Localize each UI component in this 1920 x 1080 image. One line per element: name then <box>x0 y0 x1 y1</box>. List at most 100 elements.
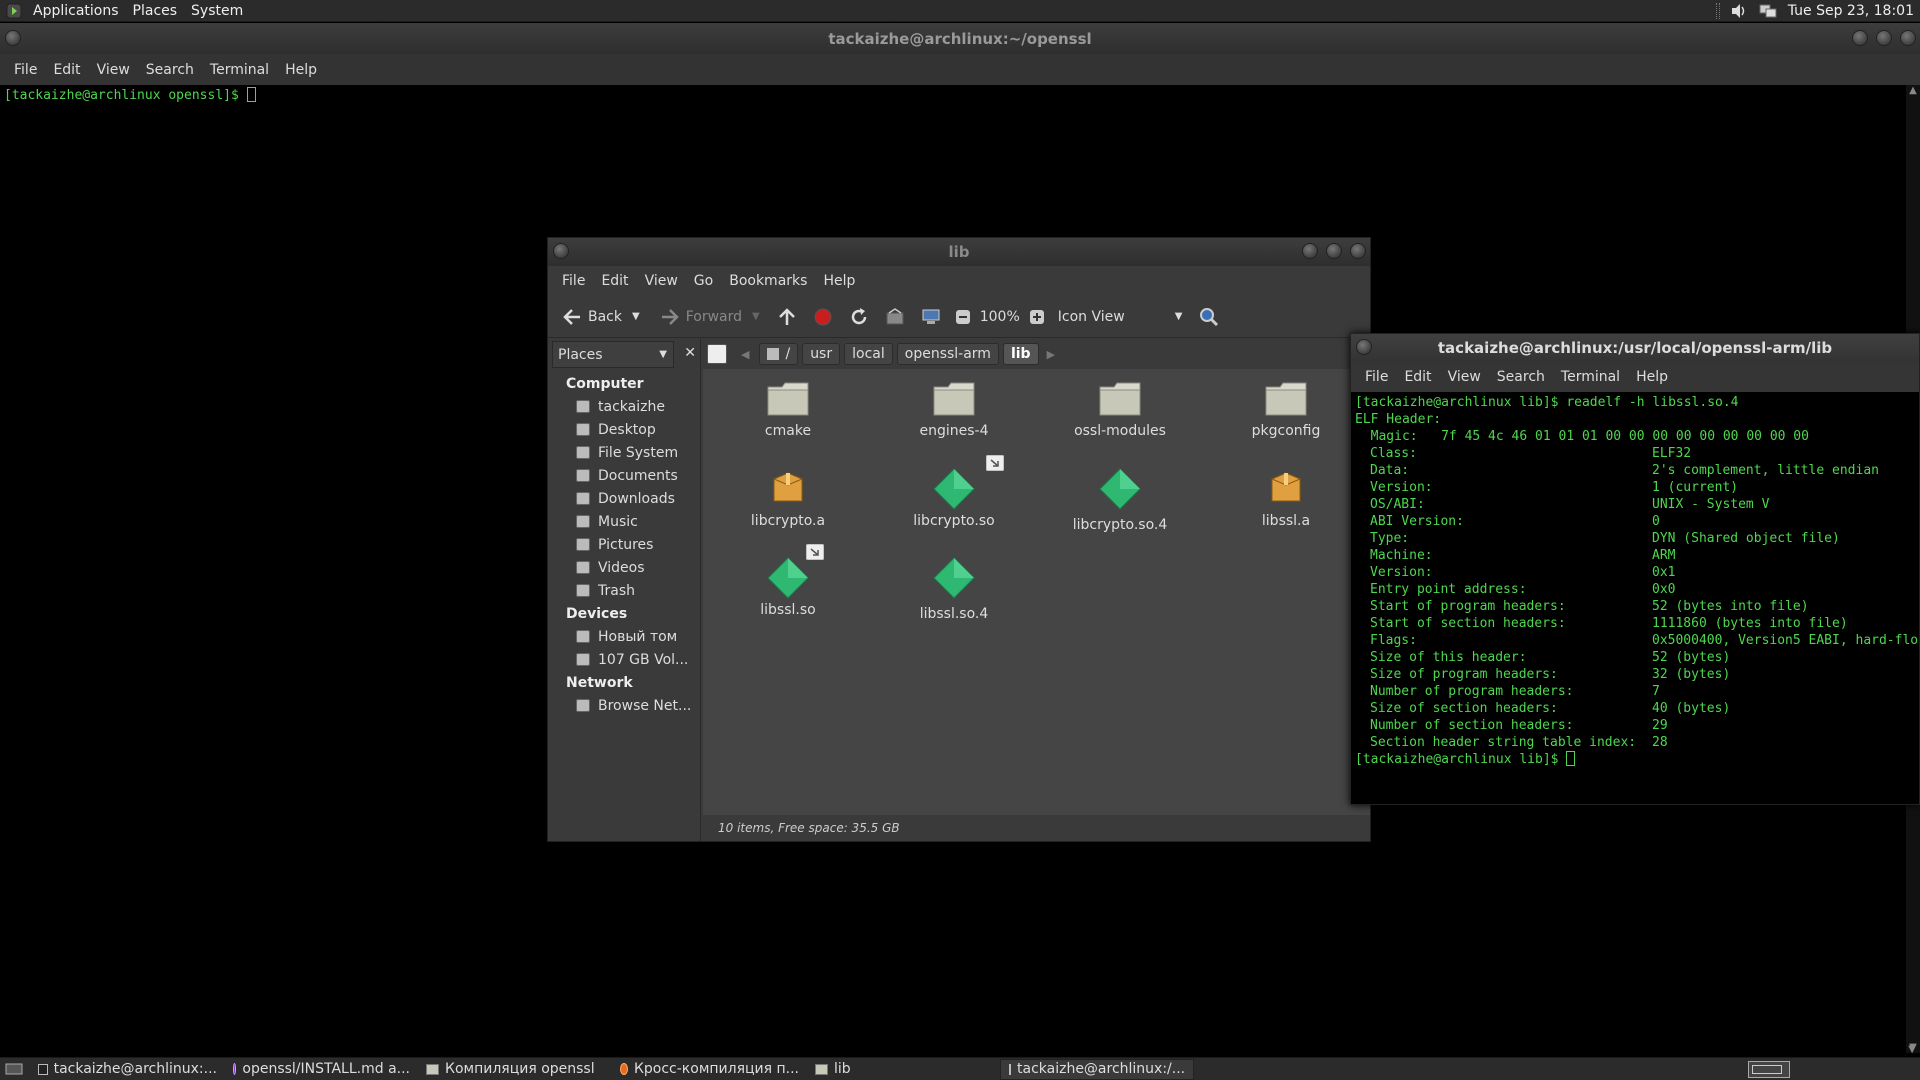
menu-file[interactable]: File <box>1357 369 1396 385</box>
taskbar-item[interactable]: tackaizhe@archlinux:/... <box>1000 1058 1194 1080</box>
workspace-1[interactable] <box>1748 1060 1790 1078</box>
crumb-local[interactable]: local <box>844 343 893 365</box>
reload-icon <box>851 307 866 324</box>
file-item-libcrypto-a[interactable]: libcrypto.a <box>718 467 858 529</box>
taskbar-item-label: lib <box>834 1061 851 1077</box>
menu-edit[interactable]: Edit <box>1396 369 1439 385</box>
volume-icon[interactable] <box>1730 3 1748 19</box>
maximize-button[interactable] <box>1326 243 1342 259</box>
sidebar-item-documents[interactable]: Documents <box>548 464 700 487</box>
menu-terminal[interactable]: Terminal <box>1553 369 1628 385</box>
search-button[interactable] <box>1198 306 1220 328</box>
crumb-root[interactable]: / <box>759 343 799 365</box>
zoom-level[interactable]: 100% <box>980 309 1020 325</box>
taskbar-item[interactable]: Компиляция openssl <box>418 1059 612 1080</box>
edit-location-button[interactable] <box>707 344 727 364</box>
menu-file[interactable]: File <box>554 273 593 289</box>
clock[interactable]: Tue Sep 23, 18:01 <box>1788 3 1914 19</box>
minimize-button[interactable] <box>1852 30 1868 46</box>
menu-edit[interactable]: Edit <box>45 62 88 78</box>
scrollbar-arrow-down[interactable]: ▼ <box>1908 1044 1916 1055</box>
show-desktop-icon[interactable] <box>4 1061 24 1077</box>
file-item-libssl-a[interactable]: libssl.a <box>1216 467 1356 529</box>
file-item-libcrypto-so-4[interactable]: libcrypto.so.4 <box>1050 467 1190 533</box>
menu-go[interactable]: Go <box>686 273 721 289</box>
second-terminal-titlebar[interactable]: tackaizhe@archlinux:/usr/local/openssl-a… <box>1351 334 1919 362</box>
places-menu[interactable]: Places <box>126 0 185 22</box>
sidebar-item-desktop[interactable]: Desktop <box>548 418 700 441</box>
sidebar-item-trash[interactable]: Trash <box>548 579 700 602</box>
menu-view[interactable]: View <box>637 273 686 289</box>
network-icon[interactable] <box>1758 3 1778 19</box>
workspace-switcher[interactable] <box>1748 1060 1790 1078</box>
close-sidebar-button[interactable]: ✕ <box>684 345 696 361</box>
reload-button[interactable] <box>848 306 870 328</box>
path-scroll-right[interactable]: ▶ <box>1047 348 1055 361</box>
file-manager-titlebar[interactable]: lib <box>548 238 1370 266</box>
window-menu-button[interactable] <box>1356 339 1372 355</box>
forward-button[interactable]: Forward <box>656 308 746 326</box>
sidebar-item-downloads[interactable]: Downloads <box>548 487 700 510</box>
applications-menu[interactable]: Applications <box>26 0 126 22</box>
sidebar-item-music[interactable]: Music <box>548 510 700 533</box>
menu-search[interactable]: Search <box>1489 369 1553 385</box>
zoom-in-button[interactable] <box>1026 306 1048 328</box>
close-button[interactable] <box>1900 30 1916 46</box>
sidebar-item-volume-2[interactable]: 107 GB Vol... <box>548 648 700 671</box>
back-history-dropdown[interactable]: ▼ <box>632 311 640 322</box>
taskbar-item[interactable]: Кросс-компиляция п... <box>612 1059 807 1080</box>
menu-file[interactable]: File <box>6 62 45 78</box>
scroll-up-arrow[interactable]: ▲ <box>1906 85 1920 96</box>
system-menu[interactable]: System <box>184 0 250 22</box>
crumb-lib[interactable]: lib <box>1002 343 1039 365</box>
menu-bookmarks[interactable]: Bookmarks <box>721 273 815 289</box>
window-menu-button[interactable] <box>553 243 569 259</box>
sidebar-item-home[interactable]: tackaizhe <box>548 395 700 418</box>
crumb-usr[interactable]: usr <box>802 343 841 365</box>
crumb-openssl-arm[interactable]: openssl-arm <box>896 343 999 365</box>
arrow-up-icon <box>778 307 795 325</box>
file-icon-view[interactable]: cmake engines-4 ossl-modules pkgconfig l… <box>703 369 1502 815</box>
taskbar-item[interactable]: tackaizhe@archlinux:... <box>30 1059 225 1080</box>
second-terminal-output[interactable]: [tackaizhe@archlinux lib]$ readelf -h li… <box>1351 392 1919 804</box>
view-mode-select[interactable]: Icon View ▼ <box>1058 309 1183 325</box>
computer-button[interactable] <box>920 306 942 328</box>
taskbar-item[interactable]: openssl/INSTALL.md a... <box>225 1059 418 1080</box>
stop-button[interactable] <box>812 306 834 328</box>
places-combo[interactable]: Places ▼ <box>552 341 674 368</box>
menu-view[interactable]: View <box>89 62 138 78</box>
menu-edit[interactable]: Edit <box>593 273 636 289</box>
menu-help[interactable]: Help <box>815 273 863 289</box>
file-item-engines-4[interactable]: engines-4 <box>884 381 1024 439</box>
menu-view[interactable]: View <box>1440 369 1489 385</box>
maximize-button[interactable] <box>1876 30 1892 46</box>
menu-help[interactable]: Help <box>277 62 325 78</box>
up-button[interactable] <box>776 306 798 328</box>
menu-search[interactable]: Search <box>138 62 202 78</box>
sidebar-item-videos[interactable]: Videos <box>548 556 700 579</box>
path-scroll-left[interactable]: ◀ <box>741 348 749 361</box>
sidebar-item-volume-1[interactable]: Новый том <box>548 625 700 648</box>
sidebar-item-browse-network[interactable]: Browse Net... <box>548 694 700 717</box>
file-item-libssl-so-4[interactable]: libssl.so.4 <box>884 556 1024 622</box>
file-item-ossl-modules[interactable]: ossl-modules <box>1050 381 1190 439</box>
sidebar-item-file-system[interactable]: File System <box>548 441 700 464</box>
file-item-cmake[interactable]: cmake <box>718 381 858 439</box>
minimize-button[interactable] <box>1302 243 1318 259</box>
sidebar-item-pictures[interactable]: Pictures <box>548 533 700 556</box>
main-terminal-titlebar[interactable]: tackaizhe@archlinux:~/openssl <box>0 23 1920 54</box>
folder-icon <box>576 561 590 574</box>
menu-terminal[interactable]: Terminal <box>202 62 277 78</box>
elf-field-key: Size of program headers: <box>1370 667 1558 682</box>
close-button[interactable] <box>1350 243 1366 259</box>
zoom-out-button[interactable] <box>952 306 974 328</box>
file-item-libcrypto-so[interactable]: libcrypto.so <box>884 455 1024 529</box>
menu-help[interactable]: Help <box>1628 369 1676 385</box>
taskbar-item[interactable]: lib <box>807 1059 1000 1080</box>
home-button[interactable] <box>884 306 906 328</box>
back-button[interactable]: Back <box>558 308 626 326</box>
window-menu-button[interactable] <box>5 30 21 46</box>
file-item-libssl-so[interactable]: libssl.so <box>718 544 858 618</box>
forward-history-dropdown[interactable]: ▼ <box>752 311 760 322</box>
file-item-pkgconfig[interactable]: pkgconfig <box>1216 381 1356 439</box>
